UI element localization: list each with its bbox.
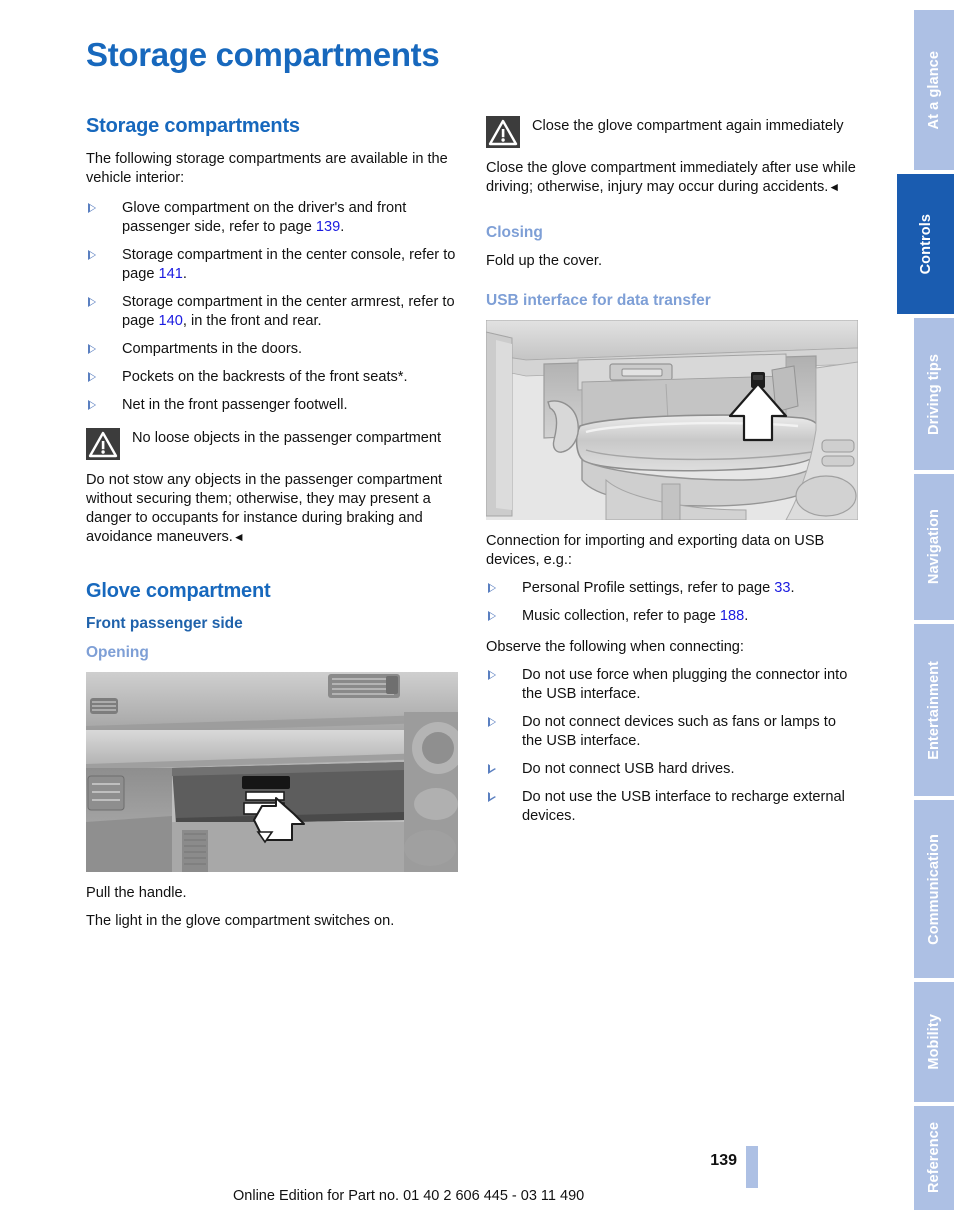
list-item: Storage compartment in the center armres… — [86, 293, 458, 331]
list-item-text: Music collection, refer to page — [522, 607, 720, 624]
page-reference-link[interactable]: 188 — [720, 608, 744, 624]
bullet-triangle-icon — [488, 716, 496, 727]
chapter-tab-label: Communication — [926, 833, 942, 945]
section-heading-glove-compartment: Glove compartment — [86, 579, 271, 602]
warning-no-loose-objects: No loose objects in the passenger compar… — [86, 427, 458, 461]
subheading-opening: Opening — [86, 643, 149, 661]
closing-body: Fold up the cover. — [486, 252, 603, 269]
figure-glove-compartment-dashboard — [86, 671, 458, 872]
right-column: Close the glove compartment again immedi… — [486, 115, 858, 838]
chapter-tab-entertainment[interactable]: Entertainment — [914, 624, 954, 796]
chapter-tab-rail: At a glance Controls Driving tips Navigatio… — [885, 0, 954, 1215]
chapter-tab-label: Navigation — [926, 509, 942, 585]
chapter-tab-driving-tips[interactable]: Driving tips — [914, 318, 954, 470]
list-item: Do not connect devices such as fans or l… — [486, 713, 858, 751]
list-item-text-tail: . — [790, 579, 795, 596]
list-item-text: Net in the front passenger footwell. — [122, 396, 348, 413]
chapter-tab-communication[interactable]: Communication — [914, 800, 954, 978]
warning-end-mark: ◄ — [828, 179, 840, 194]
list-item-text: Do not use the USB interface to recharge… — [522, 788, 845, 824]
list-item-text: Compartments in the doors. — [122, 340, 303, 357]
pull-handle-text: Pull the handle. — [86, 884, 187, 901]
section-heading-storage-compartments: Storage compartments — [86, 115, 300, 137]
bullet-triangle-icon — [88, 371, 96, 382]
warning-body-text: Do not stow any objects in the passenger… — [86, 471, 443, 545]
bullet-triangle-icon — [88, 249, 96, 260]
page-reference-link[interactable]: 141 — [159, 266, 183, 282]
bullet-triangle-icon — [488, 610, 496, 621]
chapter-tab-label: Controls — [917, 213, 934, 275]
subheading-front-passenger-side: Front passenger side — [86, 614, 243, 632]
page-title: Storage compartments — [86, 36, 440, 73]
list-item: Personal Profile settings, refer to page… — [486, 579, 858, 598]
left-column: Storage compartments The following stora… — [86, 115, 458, 941]
chapter-tab-label: Driving tips — [926, 353, 942, 435]
chapter-tab-label: At a glance — [926, 50, 942, 130]
imprint-line: Online Edition for Part no. 01 40 2 606 … — [233, 1188, 585, 1204]
list-item: Do not connect USB hard drives. — [486, 760, 858, 779]
observe-intro-paragraph: Observe the following when connecting: — [486, 638, 744, 655]
warning-body-text: Close the glove compartment immediately … — [486, 160, 856, 195]
list-item-text-tail: . — [182, 265, 187, 282]
bullet-triangle-icon — [488, 669, 496, 680]
list-item-text: Personal Profile settings, refer to page — [522, 579, 775, 596]
chapter-tab-reference[interactable]: Reference — [914, 1106, 954, 1210]
bullet-triangle-icon — [488, 582, 496, 593]
intro-paragraph: The following storage compartments are a… — [86, 151, 448, 186]
bullet-triangle-icon — [88, 202, 96, 213]
warning-close-glove-compartment: Close the glove compartment again immedi… — [486, 115, 858, 149]
list-item: Glove compartment on the driver's and fr… — [86, 199, 458, 237]
list-item: Storage compartment in the center consol… — [86, 246, 458, 284]
warning-title: No loose objects in the passenger compar… — [132, 429, 442, 446]
subheading-usb-interface: USB interface for data transfer — [486, 291, 711, 309]
list-item: Do not use force when plugging the conne… — [486, 666, 858, 704]
figure-usb-interface-glove-compartment — [486, 319, 858, 520]
usb-intro-paragraph: Connection for importing and exporting d… — [486, 532, 825, 568]
chapter-tab-at-a-glance[interactable]: At a glance — [914, 10, 954, 170]
list-item: Do not use the USB interface to recharge… — [486, 788, 858, 826]
page-reference-link[interactable]: 139 — [316, 219, 340, 235]
warning-body: Do not stow any objects in the passenger… — [86, 471, 458, 547]
chapter-tab-navigation[interactable]: Navigation — [914, 474, 954, 620]
bullet-triangle-icon — [88, 343, 96, 354]
list-item-text-tail: . — [340, 218, 345, 235]
manual-page: Storage compartments Storage compartment… — [0, 0, 954, 1215]
folio-accent-bar — [746, 1146, 758, 1188]
light-switches-on-text: The light in the glove compartment switc… — [86, 912, 395, 929]
list-item-text-tail: . — [744, 607, 749, 624]
warning-triangle-icon — [486, 116, 520, 148]
list-item: Music collection, refer to page 188. — [486, 607, 858, 626]
page-number: 139 — [710, 1152, 737, 1169]
bullet-triangle-icon — [488, 763, 496, 774]
warning-triangle-icon — [86, 427, 120, 460]
list-item-text: Do not use force when plugging the conne… — [522, 666, 848, 702]
list-item-text: Pockets on the backrests of the front se… — [122, 368, 408, 385]
list-item-text: Glove compartment on the driver's and fr… — [122, 199, 407, 235]
usb-uses-list: Personal Profile settings, refer to page… — [486, 579, 858, 626]
chapter-tab-controls[interactable]: Controls — [897, 174, 954, 314]
list-item-text: Do not connect devices such as fans or l… — [522, 713, 836, 749]
page-reference-link[interactable]: 33 — [774, 580, 790, 596]
bullet-triangle-icon — [88, 296, 96, 307]
chapter-tab-label: Entertainment — [926, 660, 942, 760]
bullet-triangle-icon — [88, 399, 96, 410]
warning-title: Close the glove compartment again immedi… — [532, 118, 844, 134]
list-item-text: Do not connect USB hard drives. — [522, 760, 735, 777]
usb-precautions-list: Do not use force when plugging the conne… — [486, 666, 858, 826]
list-item-text-tail: , in the front and rear. — [182, 312, 322, 329]
subheading-closing: Closing — [486, 223, 543, 241]
list-item: Pockets on the backrests of the front se… — [86, 368, 458, 387]
storage-compartments-list: Glove compartment on the driver's and fr… — [86, 199, 458, 415]
bullet-triangle-icon — [488, 791, 496, 802]
chapter-tab-label: Reference — [926, 1122, 942, 1194]
chapter-tab-mobility[interactable]: Mobility — [914, 982, 954, 1102]
warning-end-mark: ◄ — [232, 529, 245, 544]
page-reference-link[interactable]: 140 — [159, 313, 183, 329]
list-item: Net in the front passenger footwell. — [86, 396, 458, 415]
warning-body: Close the glove compartment immediately … — [486, 159, 858, 197]
chapter-tab-label: Mobility — [926, 1014, 942, 1070]
list-item: Compartments in the doors. — [86, 340, 458, 359]
